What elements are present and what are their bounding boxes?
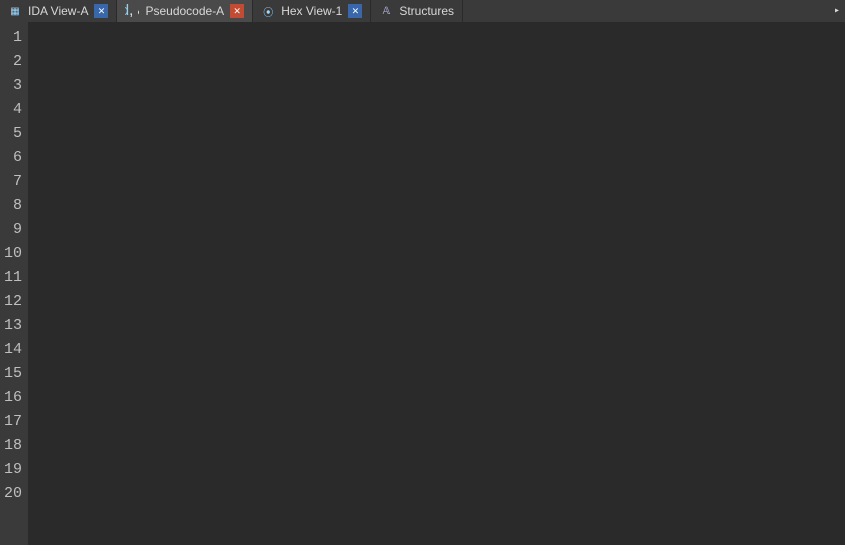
code-area[interactable] <box>28 22 845 545</box>
tab-label: Structures <box>399 4 454 18</box>
line-number: 16 <box>4 386 22 410</box>
line-number: 9 <box>4 218 22 242</box>
line-number: 8 <box>4 194 22 218</box>
tab-label: Hex View-1 <box>281 4 342 18</box>
line-number: 1 <box>4 26 22 50</box>
line-number: 13 <box>4 314 22 338</box>
code-line[interactable]: if ( !GetThreadContext(CurrentThread, &C… <box>125 4 139 18</box>
line-number: 18 <box>4 434 22 458</box>
line-number: 14 <box>4 338 22 362</box>
line-number: 3 <box>4 74 22 98</box>
line-number: 12 <box>4 290 22 314</box>
close-icon[interactable]: ✕ <box>230 4 244 18</box>
tab-label: Pseudocode-A <box>145 4 224 18</box>
line-number: 15 <box>4 362 22 386</box>
hex-icon: ⦿ <box>261 4 275 18</box>
tab-ida-view-a[interactable]: ▦ IDA View-A ✕ <box>0 0 117 22</box>
line-number: 17 <box>4 410 22 434</box>
tab-bar: ▦ IDA View-A ✕ ▤int sub_4015E0(){ HANDLE Cu… <box>0 0 845 22</box>
tab-overflow-icon[interactable]: ▸ <box>829 0 845 22</box>
line-number: 10 <box>4 242 22 266</box>
line-number: 4 <box>4 98 22 122</box>
line-number: 6 <box>4 146 22 170</box>
line-number: 2 <box>4 50 22 74</box>
tab-pseudocode-a[interactable]: ▤int sub_4015E0(){ HANDLE CurrentThread;… <box>117 0 253 22</box>
tab-structures[interactable]: 𝔸 Structures <box>371 0 463 22</box>
line-number-gutter: 1234567891011121314151617181920 <box>0 22 28 545</box>
code-editor: 1234567891011121314151617181920 <box>0 22 845 545</box>
token-punc: , & <box>129 4 139 18</box>
code-icon: ▤int sub_4015E0(){ HANDLE CurrentThread;… <box>125 4 139 18</box>
line-number: 19 <box>4 458 22 482</box>
struct-icon: 𝔸 <box>379 4 393 18</box>
line-number: 20 <box>4 482 22 506</box>
view-icon: ▦ <box>8 4 22 18</box>
tab-hex-view-1[interactable]: ⦿ Hex View-1 ✕ <box>253 0 371 22</box>
line-number: 7 <box>4 170 22 194</box>
tab-label: IDA View-A <box>28 4 88 18</box>
line-number: 5 <box>4 122 22 146</box>
close-icon[interactable]: ✕ <box>348 4 362 18</box>
line-number: 11 <box>4 266 22 290</box>
close-icon[interactable]: ✕ <box>94 4 108 18</box>
